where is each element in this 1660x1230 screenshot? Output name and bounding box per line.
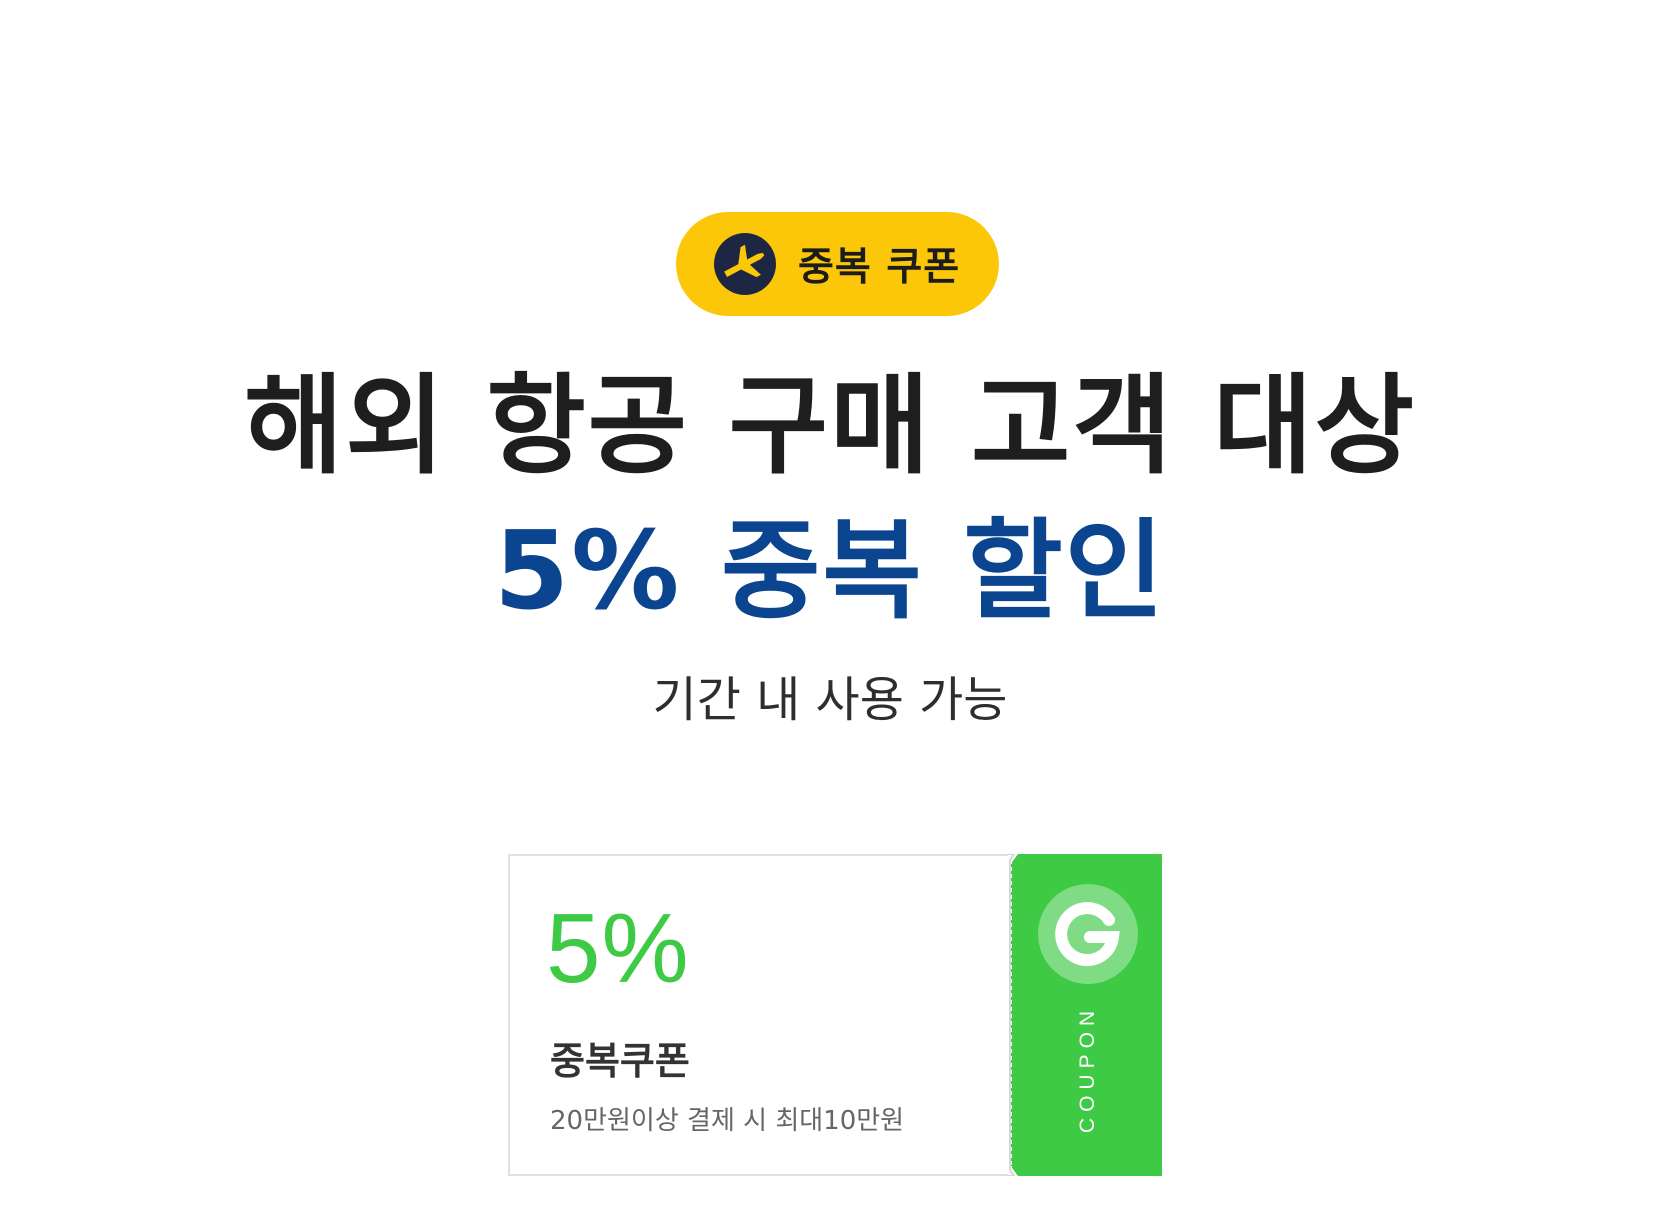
headline-discount: 5% 중복 할인 bbox=[494, 509, 1166, 634]
coupon-percent: 5% bbox=[546, 893, 690, 1003]
coupon-stub-label: COUPON bbox=[1076, 1004, 1099, 1134]
badge-label: 중복 쿠폰 bbox=[798, 245, 961, 290]
g-logo-icon bbox=[1038, 884, 1138, 984]
duplicate-coupon-badge: 중복 쿠폰 bbox=[676, 212, 999, 316]
coupon-card[interactable]: 5% 중복쿠폰 20만원이상 결제 시 최대10만원 COUPON bbox=[508, 854, 1162, 1176]
headline-target: 해외 항공 구매 고객 대상 bbox=[244, 364, 1416, 489]
coupon-description: 20만원이상 결제 시 최대10만원 bbox=[550, 1106, 905, 1136]
airplane-icon bbox=[714, 233, 776, 295]
coupon-title: 중복쿠폰 bbox=[550, 1039, 690, 1083]
period-note: 기간 내 사용 가능 bbox=[652, 672, 1008, 728]
